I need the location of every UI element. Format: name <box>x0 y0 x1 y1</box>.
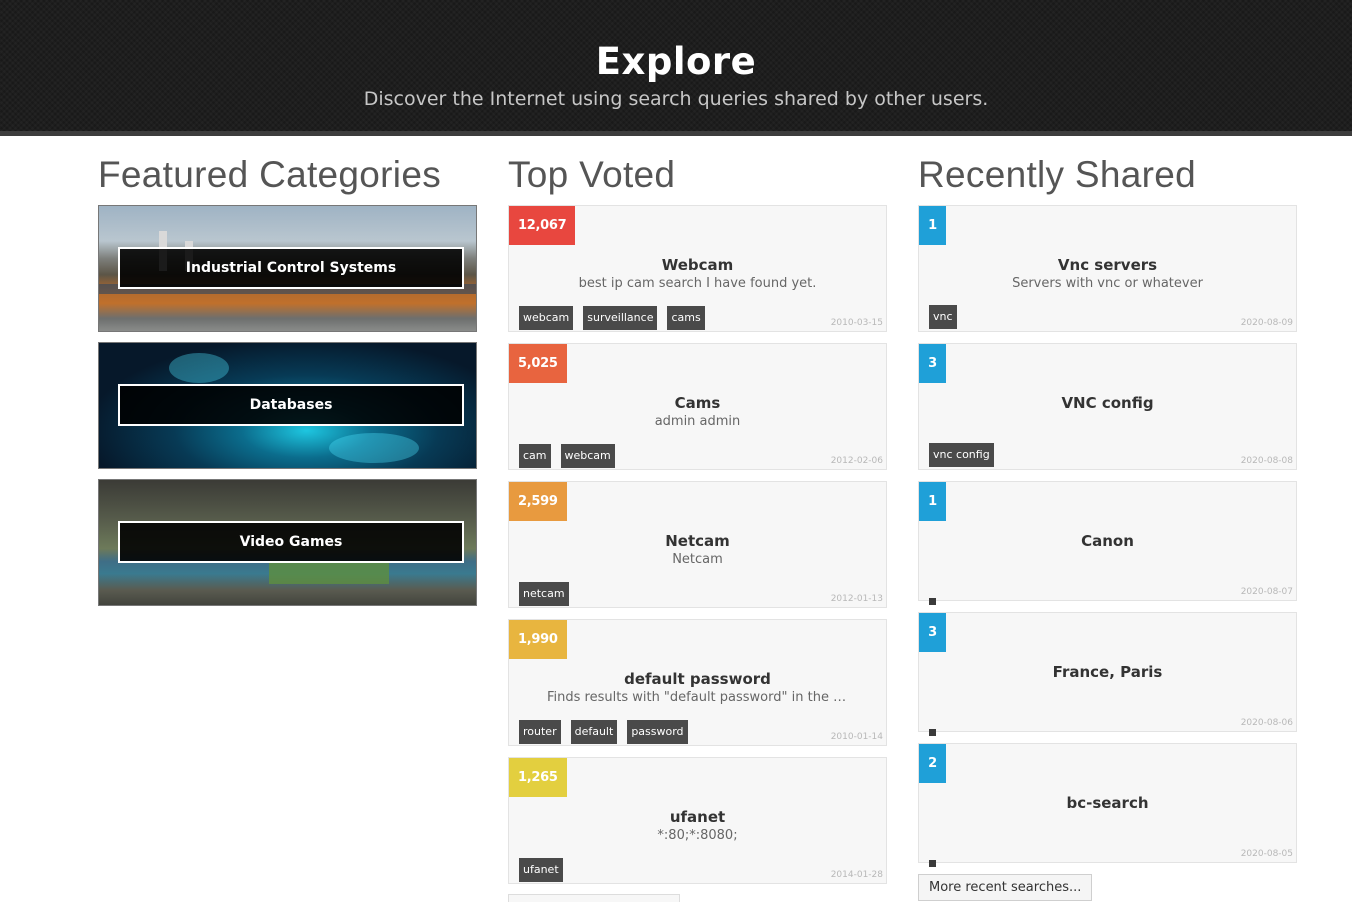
tag[interactable] <box>929 860 936 867</box>
query-description: admin admin <box>654 414 741 429</box>
query-title[interactable]: bc-search <box>919 794 1296 812</box>
query-card[interactable]: 3 France, Paris 2020-08-06 <box>918 612 1297 736</box>
more-recent-searches-button[interactable]: More recent searches... <box>918 874 1093 901</box>
query-card[interactable]: 5,025 Cams admin admin cam webcam 2012-02-06 <box>508 343 887 470</box>
query-card[interactable]: 1,990 default password Finds results with … <box>508 619 887 746</box>
tag[interactable]: default <box>570 720 618 744</box>
query-card[interactable]: 1,265 ufanet *:80;*:8080; ufanet 2014-01-28 <box>508 757 887 884</box>
query-card[interactable]: 1 Canon 2020-08-07 <box>918 481 1297 605</box>
tag[interactable]: vnc config <box>929 443 994 467</box>
tag[interactable]: webcam <box>560 444 615 468</box>
tag[interactable]: surveillance <box>583 306 658 330</box>
vote-count-badge: 1,265 <box>509 758 567 797</box>
query-date: 2010-01-14 <box>830 732 883 742</box>
category-label: Video Games <box>118 521 464 563</box>
category-label: Databases <box>118 384 464 426</box>
vote-count-badge: 1,990 <box>509 620 567 659</box>
query-description: *:80;*:8080; <box>657 828 738 843</box>
query-title[interactable]: Vnc servers <box>919 256 1296 274</box>
featured-categories-heading: Featured Categories <box>98 154 441 195</box>
category-video-games[interactable]: Video Games <box>98 479 477 606</box>
page-title: Explore <box>595 40 757 83</box>
top-voted-list: 12,067 Webcam best ip cam search I have fo… <box>508 205 887 884</box>
vote-count-badge: 2 <box>919 744 946 783</box>
query-date: 2020-08-05 <box>1240 849 1293 859</box>
tag-list <box>929 712 936 736</box>
query-description: best ip cam search I have found yet. <box>578 276 817 291</box>
tag-list <box>929 581 936 605</box>
query-title[interactable]: Netcam <box>509 532 886 550</box>
query-date: 2012-01-13 <box>830 594 883 604</box>
vote-count-badge: 1 <box>919 206 946 245</box>
query-description: Netcam <box>672 552 723 567</box>
query-description: Servers with vnc or whatever <box>1012 276 1203 291</box>
vote-count-badge: 12,067 <box>509 206 576 245</box>
query-date: 2020-08-08 <box>1240 456 1293 466</box>
query-title[interactable]: Cams <box>509 394 886 412</box>
query-title[interactable]: VNC config <box>919 394 1296 412</box>
explore-header: Explore Discover the Internet using sear… <box>0 0 1352 136</box>
category-image-detail <box>329 433 419 463</box>
tag-list: cam webcam <box>519 444 615 468</box>
tag-list: router default password <box>519 720 688 744</box>
tag[interactable]: netcam <box>519 582 569 606</box>
query-date: 2020-08-06 <box>1240 718 1293 728</box>
query-card[interactable]: 1 Vnc servers Servers with vnc or whatever… <box>918 205 1297 332</box>
query-card[interactable]: 12,067 Webcam best ip cam search I have fo… <box>508 205 887 332</box>
category-industrial-control-systems[interactable]: Industrial Control Systems <box>98 205 477 332</box>
top-voted-heading: Top Voted <box>508 154 676 195</box>
more-top-voted-button[interactable] <box>508 894 680 902</box>
query-date: 2010-03-15 <box>830 318 883 328</box>
tag-list: webcam surveillance cams <box>519 306 705 330</box>
tag[interactable] <box>929 729 936 736</box>
tag-list: vnc <box>929 305 957 329</box>
query-description: Finds results with "default password" in… <box>547 690 848 705</box>
recently-shared-list: 1 Vnc servers Servers with vnc or whatever… <box>918 205 1297 867</box>
tag[interactable]: vnc <box>929 305 957 329</box>
vote-count-badge: 5,025 <box>509 344 567 383</box>
query-date: 2020-08-09 <box>1240 318 1293 328</box>
tag[interactable]: webcam <box>519 306 574 330</box>
query-card[interactable]: 2,599 Netcam Netcam netcam 2012-01-13 <box>508 481 887 608</box>
tag[interactable]: cams <box>667 306 705 330</box>
category-label: Industrial Control Systems <box>118 247 464 289</box>
tag[interactable]: password <box>627 720 688 744</box>
tag[interactable]: ufanet <box>519 858 563 882</box>
query-date: 2020-08-07 <box>1240 587 1293 597</box>
category-image-detail <box>269 562 389 584</box>
vote-count-badge: 1 <box>919 482 946 521</box>
page-subtitle: Discover the Internet using search queri… <box>363 88 989 110</box>
vote-count-badge: 3 <box>919 613 946 652</box>
query-date: 2012-02-06 <box>830 456 883 466</box>
vote-count-badge: 3 <box>919 344 946 383</box>
query-card[interactable]: 2 bc-search 2020-08-05 <box>918 743 1297 867</box>
category-databases[interactable]: Databases <box>98 342 477 469</box>
recently-shared-column: Recently Shared 1 Vnc servers Servers with… <box>918 150 1297 901</box>
category-image-detail <box>169 353 229 383</box>
tag[interactable]: router <box>519 720 561 744</box>
recently-shared-heading: Recently Shared <box>918 154 1197 195</box>
tag-list: ufanet <box>519 858 563 882</box>
query-title[interactable]: Webcam <box>509 256 886 274</box>
query-title[interactable]: default password <box>509 670 886 688</box>
top-voted-column: Top Voted 12,067 Webcam best ip cam search… <box>508 150 887 895</box>
tag-list <box>929 843 936 867</box>
query-title[interactable]: ufanet <box>509 808 886 826</box>
query-title[interactable]: Canon <box>919 532 1296 550</box>
query-date: 2014-01-28 <box>830 870 883 880</box>
query-title[interactable]: France, Paris <box>919 663 1296 681</box>
query-card[interactable]: 3 VNC config vnc config 2020-08-08 <box>918 343 1297 470</box>
tag-list: vnc config <box>929 443 994 467</box>
vote-count-badge: 2,599 <box>509 482 567 521</box>
tag[interactable] <box>929 598 936 605</box>
tag-list: netcam <box>519 582 569 606</box>
tag[interactable]: cam <box>519 444 551 468</box>
featured-categories-column: Featured Categories Industrial Control S… <box>98 150 477 616</box>
